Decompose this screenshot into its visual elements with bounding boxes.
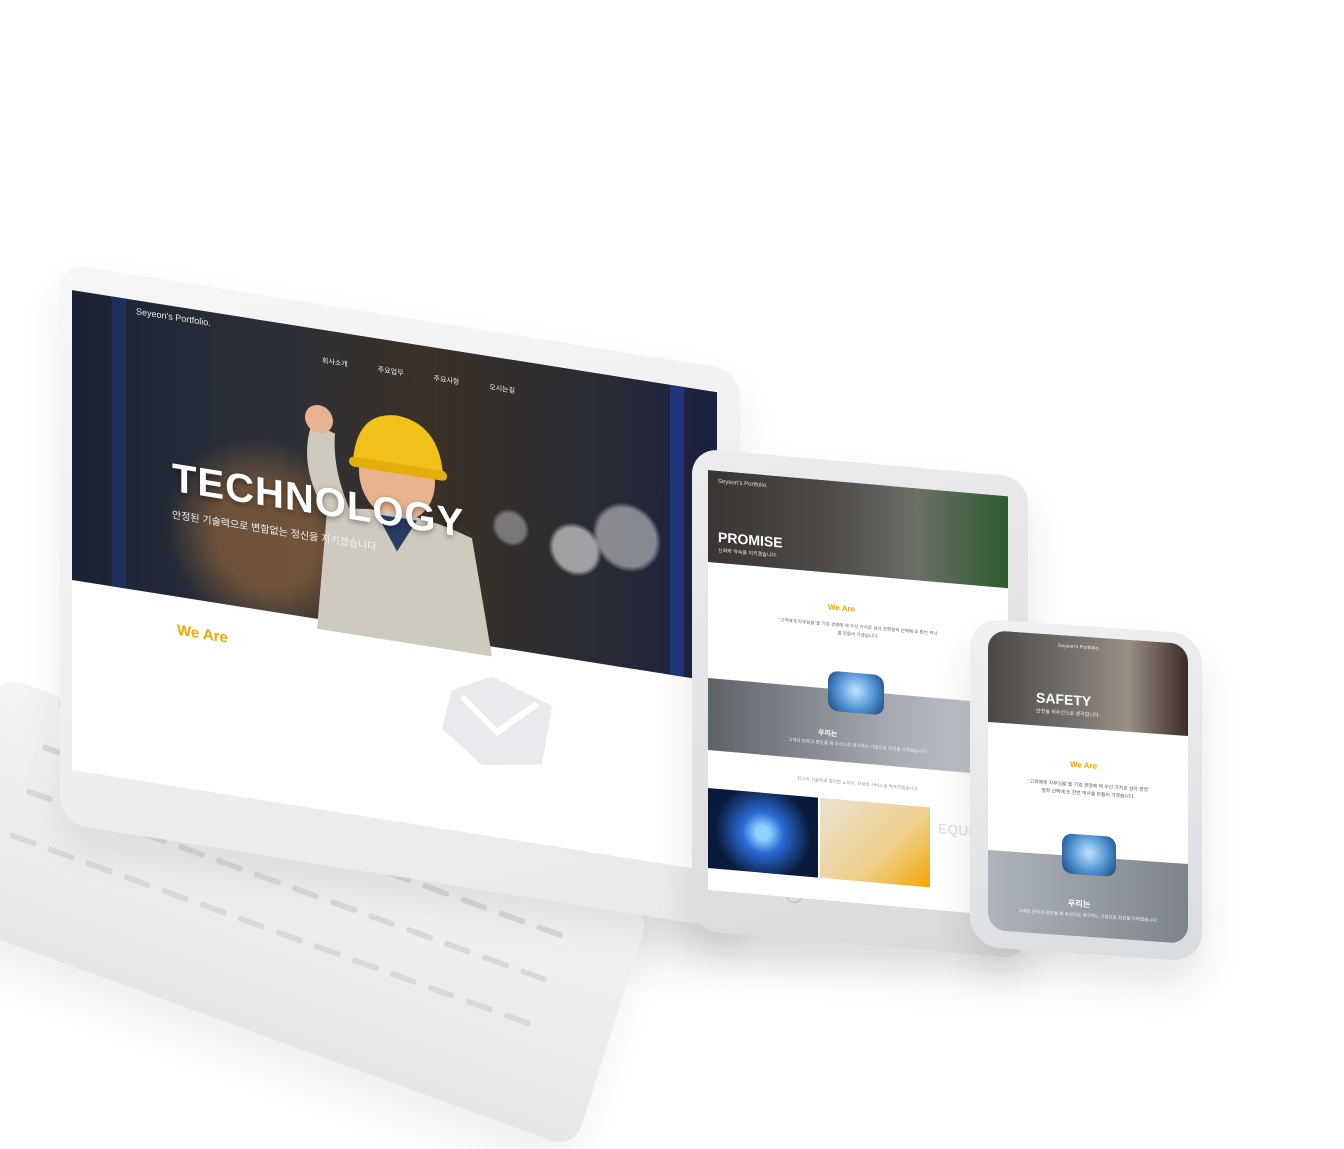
tablet-gallery-image-1[interactable] [708, 788, 818, 878]
tablet-screen: Seyeon's Portfolio. PROMISE 신뢰와 약속을 지키겠습… [708, 470, 1008, 917]
tablet-footer-text: 최고의 기술력과 철저한 노하우, 최상의 서비스로 약속하겠습니다. [797, 775, 919, 792]
tablet-intro-text: "고객에게 자부심을"을 기업 경영에 제 우선 가치로 삼아 경영철학 선택에… [778, 617, 938, 639]
tablet-glass-cube-image [828, 670, 884, 716]
phone-section-title: We Are [1070, 759, 1098, 771]
brand-logo-shape [442, 676, 552, 765]
phone-glass-cube-image [1062, 833, 1116, 877]
phone-intro-text: "고객에게 자부심을"을 기업 경영에 제 우선 가치로 삼아 경영철학 선택에… [1028, 779, 1148, 801]
tablet-section-title: We Are [828, 602, 856, 614]
phone-band-title: 우리는 [1068, 898, 1091, 910]
tablet-band-title: 우리는 [818, 729, 838, 739]
tablet-gallery-image-2[interactable] [820, 797, 930, 888]
phone-screen: Seyeon's Portfolio. SAFETY 안전을 최우선으로 생각합… [988, 630, 1188, 944]
laptop-hero-image [72, 290, 717, 683]
laptop-section-title: We Are [177, 621, 228, 647]
laptop-screen: Seyeon's Portfolio. 회사소개 주요업무 주요사항 오시는길 … [72, 290, 717, 873]
